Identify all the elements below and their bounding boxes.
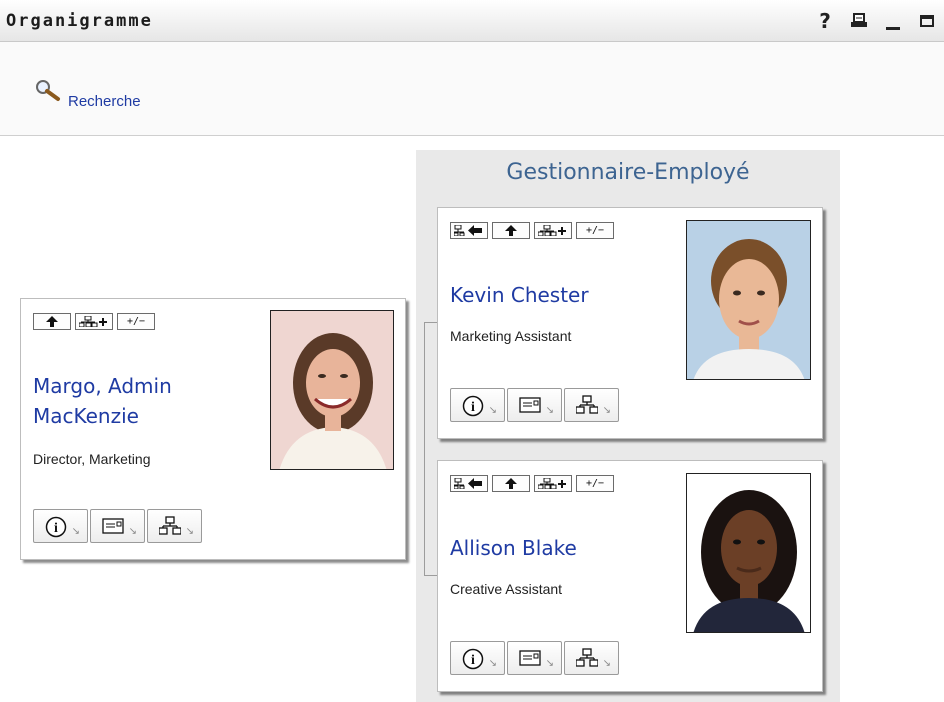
toggle-button[interactable]: +/− (576, 222, 614, 239)
window-title: Organigramme (6, 11, 153, 31)
person-name-line2[interactable]: MacKenzie (33, 401, 172, 431)
portrait-image (687, 221, 810, 379)
help-icon: ? (819, 9, 831, 33)
arrow-up-icon (505, 478, 517, 489)
toggle-button[interactable]: +/− (117, 313, 155, 330)
manager-arrow-icon (454, 478, 482, 489)
print-icon (851, 13, 867, 27)
person-card-allison: +/− Allison Blake Creative Assistant i ↘ (437, 460, 823, 692)
portrait-image (687, 474, 810, 632)
info-button[interactable]: i ↘ (450, 388, 505, 422)
person-name[interactable]: Kevin Chester (450, 280, 589, 310)
org-chart-icon (159, 516, 181, 535)
search-bar: Recherche (0, 42, 944, 136)
team-expand-icon (79, 316, 107, 327)
person-photo (686, 473, 811, 633)
svg-text:i: i (471, 400, 475, 415)
card-actions: +/− (450, 222, 614, 239)
dropdown-arrow-icon: ↘ (185, 526, 194, 537)
title-bar: Organigramme ? (0, 0, 944, 42)
team-expand-icon (538, 478, 566, 489)
email-icon (519, 397, 541, 413)
person-photo (270, 310, 394, 470)
person-name[interactable]: Margo, Admin MacKenzie (33, 371, 172, 431)
dropdown-arrow-icon: ↘ (545, 658, 554, 669)
org-chart-button[interactable]: ↘ (564, 641, 619, 675)
maximize-button[interactable] (910, 8, 944, 34)
dropdown-arrow-icon: ↘ (602, 658, 611, 669)
svg-text:i: i (471, 653, 475, 668)
person-role: Marketing Assistant (450, 328, 572, 344)
email-button[interactable]: ↘ (90, 509, 145, 543)
org-chart-icon (576, 395, 598, 414)
person-name[interactable]: Allison Blake (450, 533, 577, 563)
portrait-image (271, 311, 393, 469)
card-actions: +/− (450, 475, 614, 492)
expand-team-button[interactable] (534, 222, 572, 239)
minimize-icon (886, 26, 900, 30)
card-tools: i ↘ ↘ ↘ (450, 641, 619, 675)
title-bar-controls: ? (808, 8, 944, 34)
maximize-icon (920, 15, 934, 27)
card-tools: i ↘ ↘ ↘ (450, 388, 619, 422)
help-button[interactable]: ? (808, 8, 842, 34)
email-button[interactable]: ↘ (507, 641, 562, 675)
card-tools: i ↘ ↘ ↘ (33, 509, 202, 543)
search-link[interactable]: Recherche (68, 93, 141, 110)
email-icon (519, 650, 541, 666)
person-role: Director, Marketing (33, 451, 151, 467)
person-card-kevin: +/− Kevin Chester Marketing Assistant i … (437, 207, 823, 439)
email-button[interactable]: ↘ (507, 388, 562, 422)
show-manager-button[interactable] (450, 222, 488, 239)
go-up-button[interactable] (492, 475, 530, 492)
minimize-button[interactable] (876, 8, 910, 34)
info-button[interactable]: i ↘ (450, 641, 505, 675)
expand-team-button[interactable] (534, 475, 572, 492)
card-actions: +/− (33, 313, 155, 330)
dropdown-arrow-icon: ↘ (488, 658, 497, 669)
arrow-up-icon (505, 225, 517, 236)
go-up-button[interactable] (492, 222, 530, 239)
dropdown-arrow-icon: ↘ (545, 405, 554, 416)
arrow-up-icon (46, 316, 58, 327)
info-icon: i (462, 395, 484, 417)
go-up-button[interactable] (33, 313, 71, 330)
org-chart-icon (576, 648, 598, 667)
show-manager-button[interactable] (450, 475, 488, 492)
person-card-margo: +/− Margo, Admin MacKenzie Director, Mar… (20, 298, 406, 560)
org-chart-button[interactable]: ↘ (564, 388, 619, 422)
manager-arrow-icon (454, 225, 482, 236)
team-expand-icon (538, 225, 566, 236)
dropdown-arrow-icon: ↘ (128, 526, 137, 537)
email-icon (102, 518, 124, 534)
panel-title: Gestionnaire-Employé (506, 160, 750, 185)
magnifier-icon[interactable] (34, 78, 62, 102)
dropdown-arrow-icon: ↘ (488, 405, 497, 416)
person-role: Creative Assistant (450, 581, 563, 597)
dropdown-arrow-icon: ↘ (602, 405, 611, 416)
info-icon: i (45, 516, 67, 538)
info-icon: i (462, 648, 484, 670)
person-name-line1[interactable]: Margo, Admin (33, 371, 172, 401)
toggle-button[interactable]: +/− (576, 475, 614, 492)
org-chart-button[interactable]: ↘ (147, 509, 202, 543)
expand-team-button[interactable] (75, 313, 113, 330)
svg-text:i: i (54, 521, 58, 536)
person-photo (686, 220, 811, 380)
info-button[interactable]: i ↘ (33, 509, 88, 543)
dropdown-arrow-icon: ↘ (71, 526, 80, 537)
print-button[interactable] (842, 8, 876, 34)
